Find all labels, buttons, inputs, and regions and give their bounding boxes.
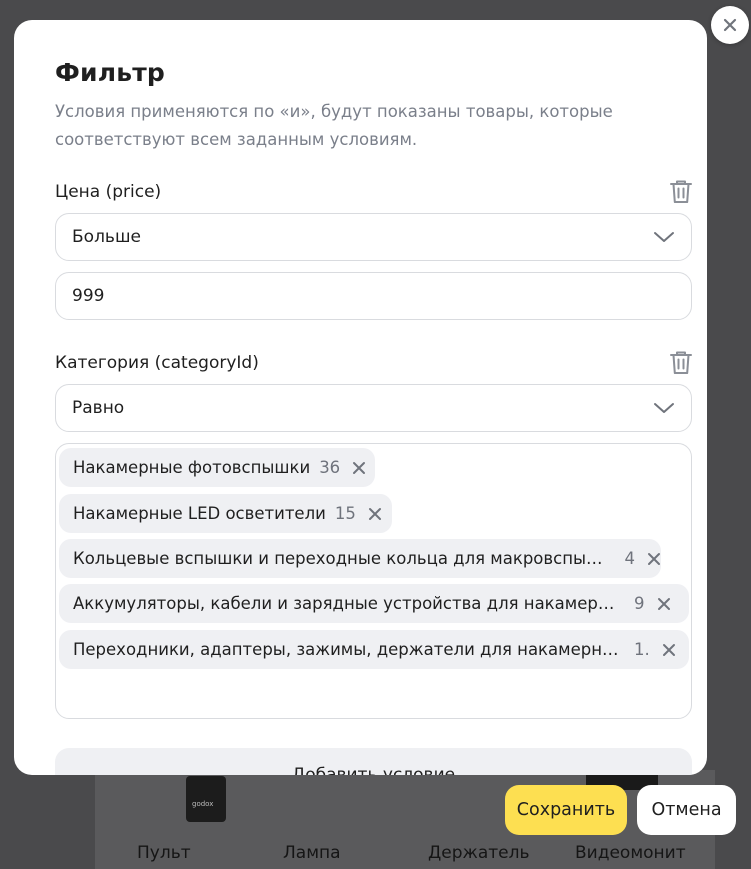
category-tag: Накамерные LED осветители 15 [59,494,392,533]
tag-label: Кольцевые вспышки и переходные кольца дл… [73,549,616,568]
tag-count: 36 [319,458,341,477]
trash-icon [670,351,692,374]
tag-count: 1. [634,640,650,659]
remove-tag-icon[interactable] [657,597,671,611]
remove-tag-icon[interactable] [662,643,676,657]
remove-tag-icon[interactable] [352,461,366,475]
category-tag: Переходники, адаптеры, зажимы, держатели… [59,630,689,669]
filter-modal: Фильтр Условия применяются по «и», будут… [14,20,707,775]
background-product-brand: godox [192,800,214,808]
delete-condition-category-button[interactable] [669,350,693,376]
tag-label: Переходники, адаптеры, зажимы, держатели… [73,640,625,659]
category-tag: Аккумуляторы, кабели и зарядные устройст… [59,584,689,623]
modal-title: Фильтр [55,58,166,87]
save-button[interactable]: Сохранить [505,785,627,835]
select-value: Равно [72,398,125,418]
trash-icon [670,180,692,203]
condition-label-price: Цена (price) [55,182,162,202]
category-tag: Накамерные фотовспышки 36 [59,448,375,487]
close-icon [723,18,737,32]
background-product-image: godox [186,776,226,822]
chevron-down-icon [654,403,674,413]
category-tag: Кольцевые вспышки и переходные кольца дл… [59,539,661,578]
tag-count: 9 [634,594,645,613]
background-product-label: Пульт [137,843,191,863]
tag-count: 15 [334,504,356,523]
input-value: 999 [72,286,105,306]
tag-label: Накамерные LED осветители [73,504,326,523]
close-modal-button[interactable] [711,6,749,44]
tag-label: Аккумуляторы, кабели и зарядные устройст… [73,594,625,613]
remove-tag-icon[interactable] [368,507,382,521]
cancel-button[interactable]: Отмена [637,785,736,835]
condition-operator-price-select[interactable]: Больше [55,213,692,261]
background-product-label: Лампа [283,843,341,863]
condition-operator-category-select[interactable]: Равно [55,384,692,432]
condition-label-category: Категория (categoryId) [55,353,259,373]
background-product-label: Держатель [428,843,530,863]
condition-value-price-input[interactable]: 999 [55,272,692,320]
background-product-label: Видеомонит [575,843,686,863]
add-condition-button[interactable]: Добавить условие [55,748,692,775]
tag-count: 4 [624,549,636,568]
chevron-down-icon [654,232,674,242]
delete-condition-price-button[interactable] [669,179,693,205]
select-value: Больше [72,227,141,247]
add-condition-label: Добавить условие [291,765,456,775]
remove-tag-icon[interactable] [647,552,661,566]
modal-description: Условия применяются по «и», будут показа… [55,102,613,149]
tag-label: Накамерные фотовспышки [73,458,311,477]
